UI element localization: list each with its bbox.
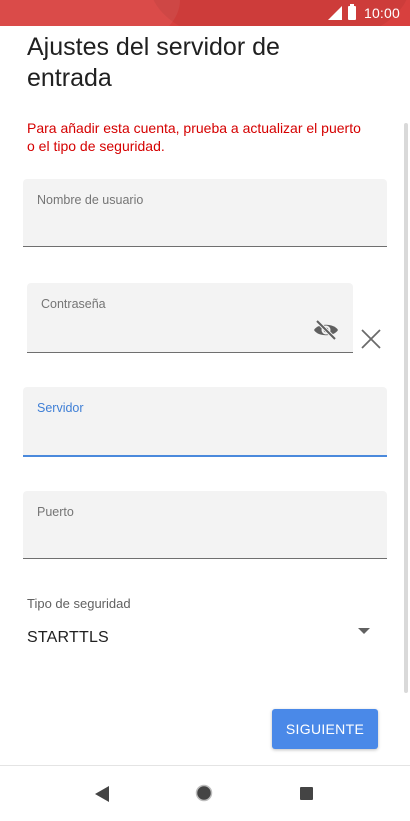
clear-icon[interactable]	[360, 328, 382, 350]
signal-icon	[327, 6, 342, 20]
back-icon[interactable]	[95, 786, 109, 802]
security-type-select[interactable]: STARTTLS	[27, 629, 109, 647]
next-button[interactable]: SIGUIENTE	[272, 709, 378, 749]
navigation-bar	[0, 765, 410, 821]
server-label: Servidor	[37, 401, 84, 415]
status-bar: 10:00	[0, 0, 410, 26]
security-type-label: Tipo de seguridad	[27, 596, 131, 611]
status-bar-decoration	[0, 0, 180, 26]
page-title: Ajustes del servidor de entrada	[27, 33, 280, 92]
error-message: Para añadir esta cuenta, prueba a actual…	[27, 120, 361, 154]
password-field[interactable]: Contraseña	[27, 283, 353, 353]
recents-icon[interactable]	[300, 787, 313, 800]
port-label: Puerto	[37, 505, 74, 519]
password-label: Contraseña	[41, 297, 106, 311]
visibility-off-icon[interactable]	[313, 320, 339, 340]
server-field[interactable]: Servidor	[23, 387, 387, 457]
status-time: 10:00	[363, 5, 400, 21]
username-field[interactable]: Nombre de usuario	[23, 179, 387, 247]
scrollbar[interactable]	[404, 123, 408, 693]
battery-icon	[347, 4, 356, 20]
status-icons: 10:00	[327, 4, 400, 21]
dropdown-arrow-icon[interactable]	[358, 628, 370, 634]
port-field[interactable]: Puerto	[23, 491, 387, 559]
home-icon[interactable]	[195, 784, 213, 802]
username-label: Nombre de usuario	[37, 193, 144, 207]
